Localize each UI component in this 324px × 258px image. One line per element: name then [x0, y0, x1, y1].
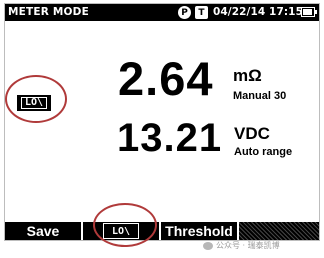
primary-reading: 2.64	[118, 52, 214, 105]
lo-softkey[interactable]: LO\	[83, 222, 161, 240]
datetime: 04/22/14 17:15	[213, 6, 303, 18]
lo-indicator-label: LO\	[20, 97, 48, 109]
t-badge-icon: T	[195, 6, 208, 19]
battery-icon	[301, 7, 317, 17]
threshold-softkey[interactable]: Threshold	[161, 222, 239, 240]
meter-screen: METER MODE P T 04/22/14 17:15 LO\ 2.64 m…	[4, 3, 320, 241]
secondary-range-mode: Auto range	[234, 146, 293, 158]
watermark-text: 公众号 · 瑞泰凯博	[216, 241, 280, 250]
p-badge-icon: P	[178, 6, 191, 19]
lo-softkey-label: LO\	[103, 223, 139, 239]
secondary-reading: 13.21	[117, 116, 223, 160]
softkey-bar: Save LO\ Threshold	[5, 222, 319, 240]
primary-unit: mΩ	[233, 66, 262, 85]
wechat-icon	[203, 241, 213, 250]
secondary-unit: VDC	[234, 124, 270, 143]
save-softkey-label: Save	[26, 223, 60, 239]
mode-title: METER MODE	[8, 6, 89, 18]
blank-softkey[interactable]	[239, 222, 319, 240]
status-bar: METER MODE P T 04/22/14 17:15	[5, 4, 319, 21]
lo-indicator: LO\	[17, 95, 51, 111]
threshold-softkey-label: Threshold	[165, 223, 233, 239]
watermark: 公众号 · 瑞泰凯博	[203, 240, 280, 251]
save-softkey[interactable]: Save	[5, 222, 83, 240]
primary-range-mode: Manual 30	[233, 90, 287, 102]
